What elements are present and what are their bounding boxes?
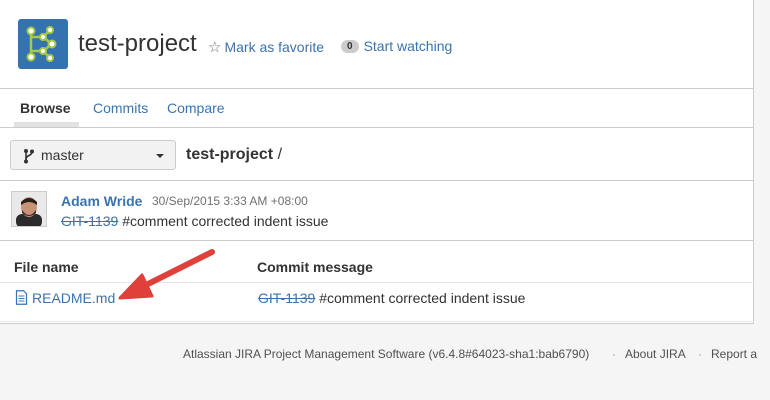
table-bottom-divider: [0, 321, 754, 322]
footer-separator-1: ·: [612, 347, 616, 361]
tab-commits[interactable]: Commits: [93, 100, 148, 116]
breadcrumb: test-project /: [186, 146, 282, 164]
file-name: README.md: [32, 290, 116, 306]
chevron-down-icon: [156, 154, 164, 158]
page-title: test-project: [78, 30, 197, 57]
avatar[interactable]: [11, 191, 47, 227]
branch-select[interactable]: master: [10, 140, 176, 170]
commit-timestamp: 30/Sep/2015 3:33 AM +08:00: [152, 194, 308, 208]
document-icon: [15, 290, 28, 308]
breadcrumb-project[interactable]: test-project: [186, 146, 273, 163]
footer-report-link[interactable]: Report a: [711, 347, 757, 361]
breadcrumb-separator: /: [277, 146, 283, 163]
watch-count-badge: 0: [341, 40, 359, 53]
mark-favorite-label: Mark as favorite: [224, 39, 325, 55]
footer-separator-2: ·: [698, 347, 702, 361]
latest-commit: Adam Wride 30/Sep/2015 3:33 AM +08:00 GI…: [0, 181, 754, 241]
file-issue-link[interactable]: GIT-1139: [258, 290, 315, 306]
issue-link[interactable]: GIT-1139: [61, 213, 118, 229]
active-tab-indicator: [14, 122, 79, 127]
branch-bar: master test-project /: [0, 129, 754, 181]
tab-browse[interactable]: Browse: [20, 100, 71, 116]
project-header: test-project ☆ Mark as favorite 0 Start wa…: [0, 0, 754, 89]
file-commit-message-text: #comment corrected indent issue: [319, 290, 526, 306]
mark-favorite-link[interactable]: ☆ Mark as favorite: [208, 38, 324, 56]
commit-message-text: #comment corrected indent issue: [122, 213, 329, 229]
table-divider: [0, 282, 754, 283]
commit-message: GIT-1139 #comment corrected indent issue: [61, 213, 328, 229]
footer-software-link[interactable]: Atlassian JIRA Project Management Softwa…: [183, 347, 589, 361]
star-outline-icon: ☆: [208, 39, 222, 56]
footer-about-link[interactable]: About JIRA: [625, 347, 686, 361]
file-commit-message: GIT-1139 #comment corrected indent issue: [258, 290, 525, 306]
repository-graph-icon: [18, 19, 68, 69]
tab-compare[interactable]: Compare: [167, 100, 225, 116]
start-watching-label: Start watching: [363, 38, 453, 54]
tab-bar: Browse Commits Compare: [0, 89, 754, 128]
commit-author[interactable]: Adam Wride: [61, 193, 142, 209]
branch-name: master: [41, 147, 84, 163]
main-panel: test-project ☆ Mark as favorite 0 Start wa…: [0, 0, 754, 324]
column-header-file-name: File name: [14, 259, 79, 275]
column-header-commit-message: Commit message: [257, 259, 373, 275]
start-watching-link[interactable]: 0 Start watching: [341, 38, 452, 54]
git-branch-icon: [22, 148, 36, 169]
file-link-readme[interactable]: README.md: [15, 290, 115, 308]
